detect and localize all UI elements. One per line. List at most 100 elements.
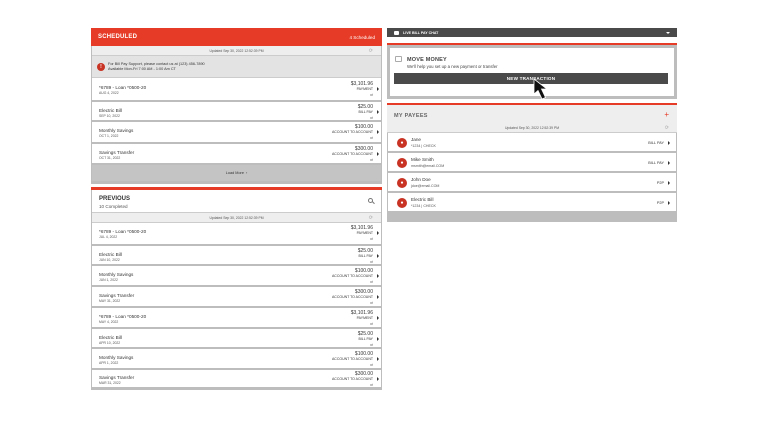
transaction-type: ACCOUNT TO ACCOUNT (331, 130, 373, 134)
payee-row[interactable]: ● John Doe jdoe@email.COM P2P (388, 173, 676, 193)
payee-type: P2P (656, 181, 664, 185)
scheduled-header: Scheduled 4 Scheduled (91, 28, 382, 46)
transaction-type: ACCOUNT TO ACCOUNT (331, 357, 373, 361)
chevron-right-icon (376, 110, 379, 114)
transaction-type: PAYMENT (356, 87, 373, 91)
transaction-name: *6789 - Loan *0500-20 (99, 85, 147, 90)
refresh-icon[interactable]: ⟳ (665, 125, 669, 131)
transaction-row[interactable]: Monthly Savings OCT 1, 2022 $100.00 ACCOUNT… (92, 122, 381, 144)
payee-detail: jdoe@email.COM (411, 184, 440, 188)
payee-name: Jane (411, 137, 421, 142)
transaction-row[interactable]: Savings Transfer MAY 31, 2022 $300.00 ACCOU… (92, 287, 381, 308)
transaction-row[interactable]: Electric Bill SEP 10, 2022 $25.00 BILL PAY ⇄ (92, 102, 381, 122)
scheduled-title: Scheduled (98, 34, 138, 40)
transaction-name: Electric Bill (99, 252, 122, 257)
transaction-row[interactable]: Savings Transfer MAR 31, 2022 $300.00 ACCOU… (92, 370, 381, 389)
payee-row[interactable]: ● Jane *1234 | CHECK BILL PAY (388, 133, 676, 153)
chevron-down-icon[interactable] (666, 31, 670, 34)
payee-type: BILL PAY (648, 161, 664, 165)
chevron-right-icon (376, 130, 379, 134)
transaction-row[interactable]: *6789 - Loan *0500-20 MAY 4, 2022 $3,101.9… (92, 308, 381, 329)
chevron-right-icon (376, 295, 379, 299)
refresh-icon[interactable]: ⟳ (369, 215, 373, 221)
transaction-row[interactable]: Electric Bill APR 10, 2022 $25.00 BILL PAY ⇄ (92, 329, 381, 349)
repeat-icon: ⇄ (370, 322, 373, 326)
search-icon[interactable] (368, 198, 373, 203)
scheduled-updated-text: Updated Sep 30, 2022 12:52:39 PM (209, 48, 264, 53)
previous-panel: Previous 10 Completed Updated Sep 30, 20… (91, 190, 382, 390)
live-chat-label: LIVE BILL PAY CHAT (403, 30, 439, 35)
transaction-name: Monthly Savings (99, 355, 134, 360)
chevron-right-icon: › (245, 171, 248, 175)
transaction-name: Electric Bill (99, 108, 122, 113)
transaction-row[interactable]: Electric Bill JUN 10, 2022 $25.00 BILL PAY ⇄ (92, 246, 381, 266)
payees-updated-bar: Updated Sep 30, 2022 12:52:39 PM ⟳ (387, 124, 677, 133)
payee-detail: *1234 | CHECK (411, 144, 436, 148)
repeat-icon: ⇄ (370, 136, 373, 140)
repeat-icon: ⇄ (370, 363, 373, 367)
scheduled-list: *6789 - Loan *0500-20 AUG 4, 2022 $3,101.9… (92, 78, 381, 165)
repeat-icon: ⇄ (370, 280, 373, 284)
chevron-right-icon (376, 316, 379, 320)
mouse-cursor-icon (533, 78, 549, 100)
transaction-date: OCT 1, 2022 (99, 134, 119, 138)
repeat-icon: ⇄ (370, 158, 373, 162)
transaction-row[interactable]: *6789 - Loan *0500-20 JUL 4, 2022 $3,101.9… (92, 223, 381, 246)
chevron-right-icon (376, 377, 379, 381)
payee-row[interactable]: ● Electric Bill *1234 | CHECK P2P (388, 193, 676, 213)
refresh-icon[interactable]: ⟳ (369, 48, 373, 54)
support-alert: ! For Bill Pay Support, please contact u… (92, 56, 381, 78)
chevron-right-icon (376, 357, 379, 361)
payee-type: P2P (656, 201, 664, 205)
chevron-right-icon (376, 274, 379, 278)
chevron-right-icon (376, 152, 379, 156)
transaction-date: MAY 31, 2022 (99, 299, 121, 303)
transaction-date: APR 10, 2022 (99, 341, 121, 345)
repeat-icon: ⇄ (370, 237, 373, 241)
repeat-icon: ⇄ (370, 301, 373, 305)
transaction-name: *6789 - Loan *0500-20 (99, 314, 147, 319)
move-money-title: MOVE MONEY (407, 57, 447, 63)
previous-list: *6789 - Loan *0500-20 JUL 4, 2022 $3,101.9… (92, 223, 381, 389)
chevron-right-icon (376, 337, 379, 341)
payees-title: MY PAYEES (394, 113, 428, 119)
payees-updated-text: Updated Sep 30, 2022 12:52:39 PM (504, 126, 560, 130)
previous-updated-text: Updated Sep 30, 2022 12:52:39 PM (209, 215, 264, 220)
money-icon (395, 56, 402, 62)
transaction-row[interactable]: Monthly Savings JUN 1, 2022 $100.00 ACCOUNT… (92, 266, 381, 287)
repeat-icon: ⇄ (370, 343, 373, 347)
load-more-button[interactable]: Load More › (92, 165, 381, 183)
chevron-right-icon (668, 161, 670, 165)
chevron-right-icon (376, 254, 379, 258)
live-chat-bar[interactable]: LIVE BILL PAY CHAT (387, 28, 677, 37)
plus-icon[interactable]: + (664, 110, 669, 119)
chat-icon (394, 30, 399, 35)
scheduled-updated-bar: Updated Sep 30, 2022 12:52:39 PM ⟳ (92, 46, 381, 56)
avatar: ● (397, 138, 407, 148)
transaction-type: PAYMENT (356, 316, 373, 320)
transaction-date: APR 1, 2022 (99, 361, 119, 365)
avatar: ● (397, 158, 407, 168)
chevron-right-icon (668, 141, 670, 145)
chevron-right-icon (376, 87, 379, 91)
avatar: ● (397, 198, 407, 208)
previous-subtitle: 10 Completed (99, 204, 128, 209)
transaction-row[interactable]: *6789 - Loan *0500-20 AUG 4, 2022 $3,101.9… (92, 78, 381, 102)
payees-panel: MY PAYEES + Updated Sep 30, 2022 12:52:3… (387, 103, 677, 222)
chevron-right-icon (668, 181, 670, 185)
transaction-row[interactable]: Savings Transfer OCT 31, 2022 $300.00 ACCOU… (92, 144, 381, 165)
transaction-name: Savings Transfer (99, 293, 135, 298)
transaction-type: ACCOUNT TO ACCOUNT (331, 274, 373, 278)
transaction-name: *6789 - Loan *0500-20 (99, 229, 147, 234)
previous-header: Previous 10 Completed (92, 190, 381, 213)
repeat-icon: ⇄ (370, 93, 373, 97)
payee-row[interactable]: ● Mike Smith msmith@email.COM BILL PAY (388, 153, 676, 173)
transaction-name: Savings Transfer (99, 150, 135, 155)
chevron-right-icon (376, 231, 379, 235)
new-transaction-button[interactable]: NEW TRANSACTION (394, 73, 668, 84)
transaction-type: BILL PAY (358, 337, 373, 341)
transaction-type: ACCOUNT TO ACCOUNT (331, 377, 373, 381)
transaction-row[interactable]: Monthly Savings APR 1, 2022 $100.00 ACCOUNT… (92, 349, 381, 370)
transaction-date: MAY 4, 2022 (99, 320, 119, 324)
move-money-subtitle: We'll help you set up a new payment or t… (407, 64, 498, 69)
